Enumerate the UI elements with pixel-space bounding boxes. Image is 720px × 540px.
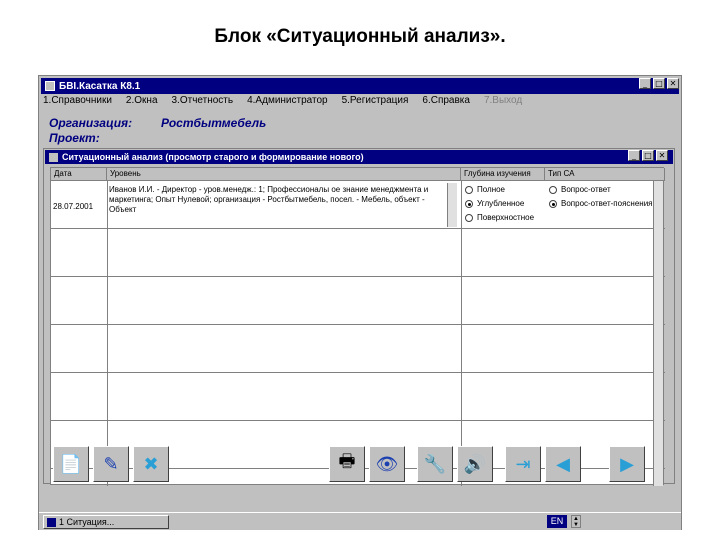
menu-item-reports[interactable]: 3.Отчетность <box>172 95 234 109</box>
taskbar: 1 Ситуация... EN ▲ ▼ <box>39 512 681 530</box>
edit-button[interactable]: ✎ <box>93 446 129 482</box>
menu-item-help[interactable]: 6.Справка <box>422 95 470 109</box>
eye-icon: 👁 <box>375 453 399 474</box>
depth-option-full[interactable]: Полное <box>465 185 505 194</box>
language-indicator[interactable]: EN <box>547 515 567 528</box>
level-text-scrollbar[interactable] <box>447 183 457 227</box>
analysis-grid: Дата Уровень Глубина изучения Тип СА 28.… <box>50 167 665 486</box>
grid-scrollbar[interactable] <box>653 181 663 486</box>
new-button[interactable]: 📄 <box>53 446 89 482</box>
toolbar: 📄 ✎ ✖ 🖶 👁 🔧 🔊 ⇥ ◀ ▶ <box>53 446 645 488</box>
print-button[interactable]: 🖶 <box>329 446 365 482</box>
view-button[interactable]: 👁 <box>369 446 405 482</box>
close-button[interactable]: ✕ <box>667 78 679 89</box>
sound-button[interactable]: 🔊 <box>457 446 493 482</box>
tool-icon: 🔧 <box>423 453 447 474</box>
spin-icon[interactable]: ▲ ▼ <box>571 515 581 528</box>
dialog-titlebar[interactable]: Ситуационный анализ (просмотр старого и … <box>45 150 673 164</box>
dialog-icon <box>49 152 58 162</box>
column-header-depth[interactable]: Глубина изучения <box>461 168 545 181</box>
column-header-type[interactable]: Тип СА <box>545 168 665 181</box>
pencil-icon: ✎ <box>103 453 119 474</box>
sound-icon: 🔊 <box>463 453 487 474</box>
column-header-date[interactable]: Дата <box>51 168 107 181</box>
app-icon <box>45 81 55 91</box>
radio-icon <box>549 185 557 194</box>
minimize-button[interactable]: _ <box>639 78 651 89</box>
arrow-right-icon: ▶ <box>620 453 634 474</box>
radio-selected-icon <box>549 199 557 208</box>
type-option-qa[interactable]: Вопрос-ответ <box>549 185 611 194</box>
window-title: БВІ.Касатка К8.1 <box>59 80 141 92</box>
arrow-left-icon: ◀ <box>556 453 570 474</box>
menu-item-references[interactable]: 1.Справочники <box>43 95 112 109</box>
menu-item-admin[interactable]: 4.Администратор <box>247 95 328 109</box>
forward-button[interactable]: ▶ <box>609 446 645 482</box>
organization-row: Организация: Ростбытмебель <box>49 116 266 130</box>
exit-button[interactable]: ⇥ <box>505 446 541 482</box>
row-level-text[interactable]: Иванов И.И. - Директор - уров.менедж.: 1… <box>109 185 447 215</box>
tool-button[interactable]: 🔧 <box>417 446 453 482</box>
print-icon: 🖶 <box>338 451 356 471</box>
slide-title: Блок «Ситуационный анализ». <box>214 26 506 47</box>
project-label: Проект: <box>49 131 100 145</box>
dialog-title: Ситуационный анализ (просмотр старого и … <box>62 152 364 162</box>
column-header-level[interactable]: Уровень <box>107 168 461 181</box>
radio-selected-icon <box>465 199 473 208</box>
delete-x-icon: ✖ <box>143 453 159 474</box>
radio-icon <box>465 185 473 194</box>
situation-analysis-dialog: Ситуационный анализ (просмотр старого и … <box>43 148 675 486</box>
menu-item-windows[interactable]: 2.Окна <box>126 95 158 109</box>
menu-item-registration[interactable]: 5.Регистрация <box>342 95 409 109</box>
dialog-close-button[interactable]: ✕ <box>656 150 668 161</box>
organization-label: Организация: <box>49 116 133 130</box>
menu-item-exit[interactable]: 7.Выход <box>484 95 522 109</box>
dialog-maximize-button[interactable]: □ <box>642 150 654 161</box>
organization-value: Ростбытмебель <box>161 116 267 130</box>
dialog-minimize-button[interactable]: _ <box>628 150 640 161</box>
project-row: Проект: <box>49 131 100 145</box>
delete-button[interactable]: ✖ <box>133 446 169 482</box>
taskbar-item[interactable]: 1 Ситуация... <box>43 515 169 529</box>
window-icon <box>47 517 56 527</box>
row-date[interactable]: 28.07.2001 <box>53 202 93 211</box>
depth-option-surface[interactable]: Поверхностное <box>465 213 534 222</box>
new-doc-icon: 📄 <box>59 453 83 474</box>
window-titlebar[interactable]: БВІ.Касатка К8.1 <box>41 78 679 94</box>
back-button[interactable]: ◀ <box>545 446 581 482</box>
radio-icon <box>465 213 473 222</box>
exit-door-icon: ⇥ <box>515 453 531 474</box>
app-window: БВІ.Касатка К8.1 _ □ ✕ 1.Справочники 2.О… <box>38 75 682 530</box>
menu-bar: 1.Справочники 2.Окна 3.Отчетность 4.Адми… <box>43 95 522 109</box>
depth-option-deep[interactable]: Углубленное <box>465 199 524 208</box>
type-option-qa-explain[interactable]: Вопрос-ответ-пояснения <box>549 199 653 208</box>
maximize-button[interactable]: □ <box>653 78 665 89</box>
